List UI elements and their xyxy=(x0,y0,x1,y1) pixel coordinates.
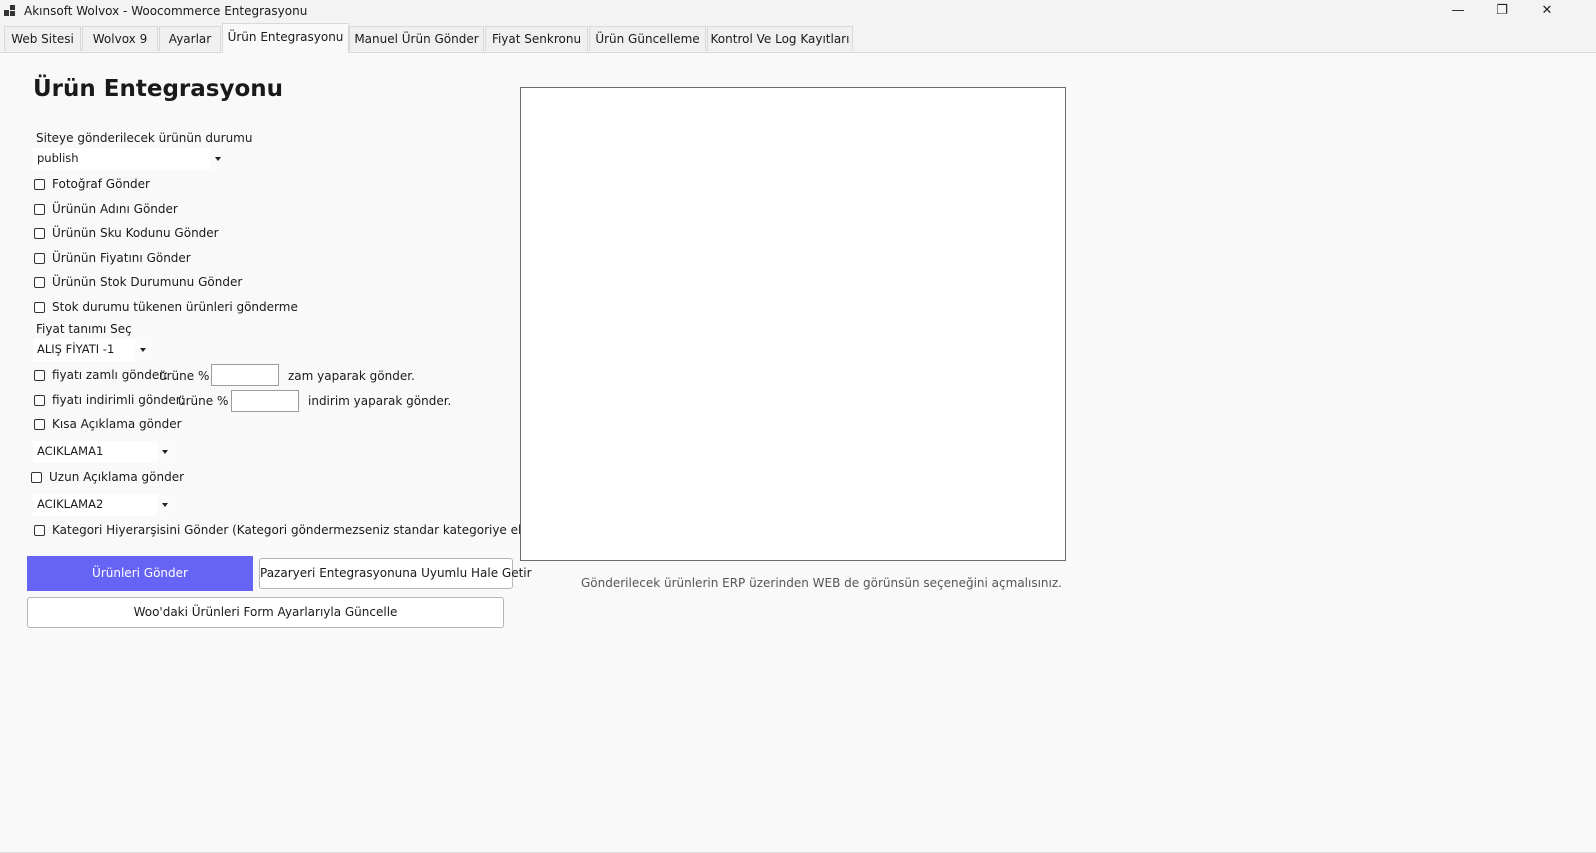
checkbox-box[interactable] xyxy=(34,277,45,288)
markup-suffix: zam yaparak gönder. xyxy=(288,369,415,383)
minimize-icon[interactable]: — xyxy=(1435,0,1481,22)
tab-web-sitesi[interactable]: Web Sitesi xyxy=(4,26,81,51)
restore-icon[interactable]: ❐ xyxy=(1479,0,1525,22)
status-select-value: publish xyxy=(37,151,79,165)
markup-percent-input[interactable] xyxy=(211,364,279,386)
title-bar: Akınsoft Wolvox - Woocommerce Entegrasyo… xyxy=(0,0,1596,22)
chevron-down-icon xyxy=(210,148,226,170)
long-desc-checkbox-label: Uzun Açıklama gönder xyxy=(49,470,185,484)
discount-suffix: indirim yaparak gönder. xyxy=(308,394,452,408)
discount-prefix: ürüne % xyxy=(178,394,229,408)
no-out-of-stock-checkbox-label: Stok durumu tükenen ürünleri gönderme xyxy=(52,300,298,314)
tab-urun-entegrasyonu[interactable]: Ürün Entegrasyonu xyxy=(222,23,349,53)
checkbox-box[interactable] xyxy=(31,472,42,483)
send-products-button[interactable]: Ürünleri Gönder xyxy=(27,556,253,591)
name-checkbox-label: Ürünün Adını Gönder xyxy=(52,202,178,216)
tab-wolvox-9[interactable]: Wolvox 9 xyxy=(82,26,158,51)
tab-ayarlar[interactable]: Ayarlar xyxy=(159,26,221,51)
discount-percent-input[interactable] xyxy=(231,390,299,412)
markup-checkbox-label: fiyatı zamlı gönder: xyxy=(52,368,169,382)
long-desc-select-value: ACIKLAMA2 xyxy=(37,497,104,511)
chevron-down-icon xyxy=(135,339,151,361)
tab-kontrol-ve-log[interactable]: Kontrol Ve Log Kayıtları xyxy=(707,26,853,51)
chevron-down-icon xyxy=(157,441,173,463)
status-label: Siteye gönderilecek ürünün durumu xyxy=(36,131,253,145)
tab-urun-guncelleme[interactable]: Ürün Güncelleme xyxy=(589,26,706,51)
checkbox-box[interactable] xyxy=(34,395,45,406)
checkbox-box[interactable] xyxy=(34,253,45,264)
tab-bar: Web Sitesi Wolvox 9 Ayarlar Ürün Entegra… xyxy=(0,22,1596,53)
checkbox-box[interactable] xyxy=(34,419,45,430)
category-checkbox-label: Kategori Hiyerarşisini Gönder (Kategori … xyxy=(52,523,557,537)
marketplace-compat-button[interactable]: Pazaryeri Entegrasyonuna Uyumlu Hale Get… xyxy=(259,558,532,589)
price-checkbox-label: Ürünün Fiyatını Gönder xyxy=(52,251,191,265)
close-icon[interactable]: ✕ xyxy=(1524,0,1570,22)
markup-prefix: ürüne % xyxy=(159,369,210,383)
checkbox-box[interactable] xyxy=(34,228,45,239)
discount-checkbox-label: fiyatı indirimli gönder: xyxy=(52,393,185,407)
sku-checkbox-label: Ürünün Sku Kodunu Gönder xyxy=(52,226,219,240)
erp-web-note: Gönderilecek ürünlerin ERP üzerinden WEB… xyxy=(581,576,1062,590)
checkbox-box[interactable] xyxy=(34,179,45,190)
status-select[interactable]: publish xyxy=(33,148,226,170)
price-def-label: Fiyat tanımı Seç xyxy=(36,322,132,336)
page-title: Ürün Entegrasyonu xyxy=(33,76,284,102)
stock-checkbox-label: Ürünün Stok Durumunu Gönder xyxy=(52,275,243,289)
short-desc-checkbox-label: Kısa Açıklama gönder xyxy=(52,417,182,431)
checkbox-box[interactable] xyxy=(34,370,45,381)
tab-manuel-urun-gonder[interactable]: Manuel Ürün Gönder xyxy=(349,26,484,51)
photo-checkbox-label: Fotoğraf Gönder xyxy=(52,177,150,191)
checkbox-box[interactable] xyxy=(34,525,45,536)
tab-fiyat-senkronu[interactable]: Fiyat Senkronu xyxy=(485,26,588,51)
window-title: Akınsoft Wolvox - Woocommerce Entegrasyo… xyxy=(24,4,308,18)
long-desc-select[interactable]: ACIKLAMA2 xyxy=(33,494,173,516)
app-icon xyxy=(4,5,16,17)
preview-panel xyxy=(520,87,1066,561)
checkbox-box[interactable] xyxy=(34,204,45,215)
price-def-select-value: ALIŞ FİYATI -1 xyxy=(37,342,115,356)
chevron-down-icon xyxy=(157,494,173,516)
short-desc-select-value: ACIKLAMA1 xyxy=(37,444,104,458)
price-def-select[interactable]: ALIŞ FİYATI -1 xyxy=(33,339,151,361)
checkbox-box[interactable] xyxy=(34,302,45,313)
short-desc-select[interactable]: ACIKLAMA1 xyxy=(33,441,173,463)
update-woo-products-button[interactable]: Woo'daki Ürünleri Form Ayarlarıyla Günce… xyxy=(27,597,504,628)
